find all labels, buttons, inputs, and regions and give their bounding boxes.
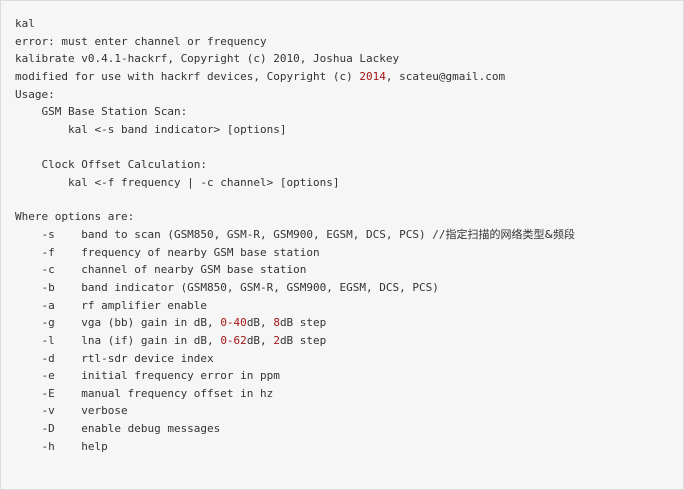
- code-line-version: kalibrate v0.4.1-hackrf, Copyright (c) 2…: [15, 52, 400, 65]
- gain-step-number: 2: [273, 334, 280, 347]
- text-segment: -g vga (bb) gain in dB,: [15, 316, 221, 329]
- code-line-option-f: -f frequency of nearby GSM base station: [15, 246, 320, 259]
- code-line-options-heading: Where options are:: [15, 210, 135, 223]
- gain-step-number: 8: [273, 316, 280, 329]
- code-line-usage: Usage:: [15, 88, 55, 101]
- code-line-scan-heading: GSM Base Station Scan:: [15, 105, 188, 118]
- text-segment: -l lna (if) gain in dB,: [15, 334, 221, 347]
- code-line-modified: modified for use with hackrf devices, Co…: [15, 70, 505, 84]
- text-segment: dB step: [279, 334, 327, 347]
- code-line-option-v: -v verbose: [15, 404, 128, 417]
- code-line-clock-command: kal <-f frequency | -c channel> [options…: [15, 176, 340, 189]
- gain-range-number: 0-62: [220, 334, 247, 347]
- code-line-option-l: -l lna (if) gain in dB, 0-62dB, 2dB step: [15, 334, 326, 348]
- chinese-comment: 指定扫描的网络类型&频段: [445, 228, 576, 241]
- text-segment: dB,: [246, 334, 274, 347]
- code-line-option-E: -E manual frequency offset in hz: [15, 387, 274, 400]
- code-line-clock-heading: Clock Offset Calculation:: [15, 158, 208, 171]
- code-line-option-e: -e initial frequency error in ppm: [15, 369, 280, 382]
- code-block: kal error: must enter channel or frequen…: [0, 0, 684, 490]
- code-line-option-g: -g vga (bb) gain in dB, 0-40dB, 8dB step: [15, 316, 326, 330]
- code-line-option-d: -d rtl-sdr device index: [15, 352, 214, 365]
- code-line-option-c: -c channel of nearby GSM base station: [15, 263, 307, 276]
- text-segment: modified for use with hackrf devices, Co…: [15, 70, 360, 83]
- code-line-option-a: -a rf amplifier enable: [15, 299, 208, 312]
- code-line-option-b: -b band indicator (GSM850, GSM-R, GSM900…: [15, 281, 439, 294]
- code-line-error: error: must enter channel or frequency: [15, 35, 267, 48]
- text-segment: , scateu@gmail.com: [385, 70, 506, 83]
- text-segment: dB,: [246, 316, 274, 329]
- gain-range-number: 0-40: [220, 316, 247, 329]
- code-line-scan-command: kal <-s band indicator> [options]: [15, 123, 287, 136]
- code-line-option-s: -s band to scan (GSM850, GSM-R, GSM900, …: [15, 228, 575, 242]
- code-line-command: kal: [15, 17, 35, 30]
- code-line-option-h: -h help: [15, 440, 108, 453]
- text-segment: -s band to scan (GSM850, GSM-R, GSM900, …: [15, 228, 446, 241]
- year-number: 2014: [359, 70, 386, 83]
- text-segment: dB step: [279, 316, 327, 329]
- code-line-option-D: -D enable debug messages: [15, 422, 221, 435]
